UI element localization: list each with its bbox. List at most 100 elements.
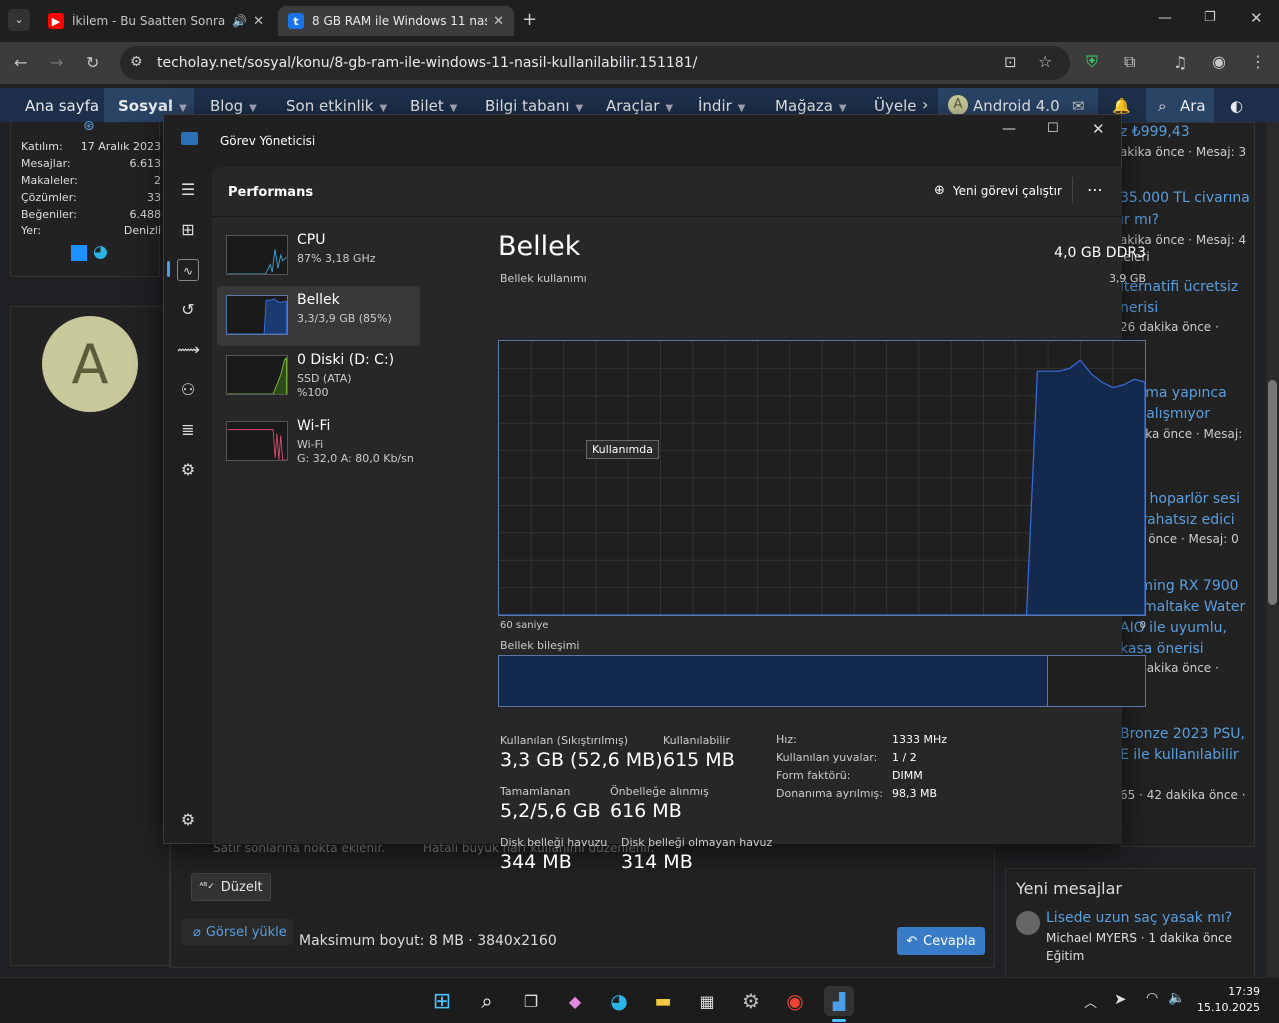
chevron-up-icon[interactable]: ︿ xyxy=(1084,992,1097,1011)
bookmark-star-icon[interactable]: ☆ xyxy=(1038,52,1052,71)
upload-image-button[interactable]: ⌀ Görsel yükle xyxy=(181,919,293,945)
minimize-icon[interactable]: — xyxy=(1002,121,1016,137)
theme-icon[interactable]: ◐ xyxy=(1230,97,1243,115)
settings-icon[interactable]: ⚙ xyxy=(736,986,766,1016)
memory-usage-graph xyxy=(498,340,1146,616)
store-icon[interactable]: ▦ xyxy=(692,986,722,1016)
thread-link[interactable]: z ₺999,43 xyxy=(1120,124,1190,140)
users-icon[interactable]: ⚇ xyxy=(177,379,199,401)
details-icon[interactable]: ≣ xyxy=(177,419,199,441)
install-icon[interactable]: ⊡ xyxy=(1004,53,1017,71)
nav-knowledge[interactable]: Bilgi tabanı ▼ xyxy=(485,97,583,115)
task-manager-icon[interactable]: ▟ xyxy=(824,986,854,1016)
restore-icon[interactable]: ❐ xyxy=(1204,10,1216,25)
perf-item-disk[interactable]: 0 Diski (D: C:) SSD (ATA) %100 xyxy=(217,346,420,406)
chevron-down-icon: ▼ xyxy=(249,103,257,114)
thread-link[interactable]: 35.000 TL civarına xyxy=(1120,190,1250,206)
start-icon[interactable]: ⊞ xyxy=(427,986,457,1016)
startup-icon[interactable]: ⟿ xyxy=(177,339,200,361)
perf-item-wifi[interactable]: Wi-Fi Wi-Fi G: 32,0 A: 80,0 Kb/sn xyxy=(217,412,420,472)
back-icon[interactable]: ← xyxy=(14,53,27,72)
clock-date[interactable]: 15.10.2025 xyxy=(1190,1001,1260,1014)
user-avatar[interactable]: A xyxy=(948,95,968,115)
thread-link[interactable]: Lisede uzun saç yasak mı? xyxy=(1046,910,1232,926)
chevron-down-icon: ▼ xyxy=(449,103,458,114)
nav-blog[interactable]: Blog ▼ xyxy=(210,97,257,115)
stat-value: 616 MB xyxy=(610,800,682,822)
task-view-icon[interactable]: ❐ xyxy=(516,986,546,1016)
cpu-mini-graph xyxy=(226,235,288,275)
close-icon[interactable]: ✕ xyxy=(493,14,504,29)
nav-download[interactable]: İndir ▼ xyxy=(698,97,746,115)
more-icon[interactable]: ⋯ xyxy=(1087,180,1103,199)
site-info-icon[interactable]: ⚙ xyxy=(130,54,143,70)
spec-value: DIMM xyxy=(892,769,923,782)
close-window-icon[interactable]: ✕ xyxy=(1250,9,1263,27)
file-explorer-icon[interactable]: ▬ xyxy=(648,986,678,1016)
media-icon[interactable]: ♫ xyxy=(1173,53,1187,72)
nav-home[interactable]: Ana sayfa xyxy=(25,97,99,115)
services-icon[interactable]: ⚙ xyxy=(177,459,199,481)
reply-button[interactable]: ↶ Cevapla xyxy=(897,927,985,955)
scrollbar-thumb[interactable] xyxy=(1268,380,1277,605)
search-label[interactable]: Ara xyxy=(1180,97,1206,115)
stat-key: Disk belleği havuzu xyxy=(500,836,608,849)
close-window-icon[interactable]: ✕ xyxy=(1092,120,1105,138)
tab-youtube[interactable]: ▶ İkilem - Bu Saatten Sonra (C 🔊 ✕ xyxy=(38,6,274,36)
search-icon[interactable]: ⌕ xyxy=(1158,97,1166,115)
nav-tools[interactable]: Araçlar ▼ xyxy=(606,97,673,115)
nav-store[interactable]: Mağaza ▼ xyxy=(775,97,847,115)
address-bar[interactable]: ⚙ techolay.net/sosyal/konu/8-gb-ram-ile-… xyxy=(120,46,1070,80)
widget-title: Yeni mesajlar xyxy=(1016,879,1123,898)
history-icon[interactable]: ↺ xyxy=(177,299,199,321)
user-name[interactable]: Android 4.0 xyxy=(973,97,1060,115)
performance-icon[interactable]: ∿ xyxy=(177,259,199,281)
nav-members[interactable]: Üyele xyxy=(874,97,916,115)
spec-value: 1333 MHz xyxy=(892,733,948,746)
settings-icon[interactable]: ⚙ xyxy=(177,809,199,831)
audio-icon[interactable]: 🔊 xyxy=(232,14,247,28)
thread-link[interactable]: nerisi xyxy=(1120,300,1158,316)
bell-icon[interactable]: 🔔 xyxy=(1112,97,1131,115)
chrome-icon[interactable]: ◉ xyxy=(780,986,810,1016)
new-tab-icon[interactable]: + xyxy=(522,9,537,30)
edge-icon[interactable]: ◕ xyxy=(604,986,634,1016)
minimize-icon[interactable]: — xyxy=(1158,10,1172,26)
maximize-icon[interactable]: ☐ xyxy=(1047,121,1059,136)
hamburger-icon[interactable]: ☰ xyxy=(177,179,199,201)
reply-icon: ↶ xyxy=(906,933,918,949)
perf-item-cpu[interactable]: CPU 87% 3,18 GHz xyxy=(217,226,420,286)
mail-icon[interactable]: ✉ xyxy=(1072,97,1085,115)
thread-link[interactable]: Bronze 2023 PSU, xyxy=(1120,726,1245,742)
menu-icon[interactable]: ⋮ xyxy=(1250,52,1266,71)
search-icon[interactable]: ⌕ xyxy=(472,986,502,1016)
nav-recent[interactable]: Son etkinlik ▼ xyxy=(286,97,387,115)
item-sub: 3,3/3,9 GB (85%) xyxy=(297,312,392,325)
forward-icon[interactable]: → xyxy=(50,53,63,72)
profile-icon[interactable]: ◉ xyxy=(1212,52,1226,71)
shield-icon[interactable]: ⛨ xyxy=(1086,52,1098,72)
clock-time[interactable]: 17:39 xyxy=(1200,985,1260,998)
avatar[interactable] xyxy=(1016,911,1040,935)
run-new-task-button[interactable]: ⊕ Yeni görevi çalıştır xyxy=(934,183,1062,198)
stat-value: 33 xyxy=(147,191,161,204)
reload-icon[interactable]: ↻ xyxy=(86,53,99,72)
processes-icon[interactable]: ⊞ xyxy=(177,219,199,241)
extensions-icon[interactable]: ⧉ xyxy=(1124,52,1135,72)
nav-social[interactable]: Sosyal ▼ xyxy=(118,97,187,115)
close-icon[interactable]: ✕ xyxy=(253,14,264,29)
tab-search-icon[interactable]: ⌄ xyxy=(8,9,30,31)
thread-forum[interactable]: Eğitim xyxy=(1046,949,1084,963)
nav-ticket[interactable]: Bilet ▼ xyxy=(410,97,457,115)
tab-techolay[interactable]: t 8 GB RAM ile Windows 11 nasıl ✕ xyxy=(278,6,514,36)
thread-link[interactable]: ır mı? xyxy=(1120,212,1159,228)
wifi-icon[interactable]: ◠ xyxy=(1146,990,1158,1006)
chevron-right-icon[interactable]: › xyxy=(922,95,928,114)
volume-icon[interactable]: 🔈 xyxy=(1168,990,1185,1006)
avatar[interactable]: A xyxy=(42,316,138,412)
perf-item-memory[interactable]: Bellek 3,3/3,9 GB (85%) xyxy=(217,286,420,346)
m365-icon[interactable]: ◆ xyxy=(560,986,590,1016)
thread-link[interactable]: E ile kullanılabilir xyxy=(1120,747,1239,763)
fix-button[interactable]: ᴬᴮ✓ Düzelt xyxy=(191,873,271,901)
location-icon[interactable]: ➤ xyxy=(1114,990,1127,1008)
